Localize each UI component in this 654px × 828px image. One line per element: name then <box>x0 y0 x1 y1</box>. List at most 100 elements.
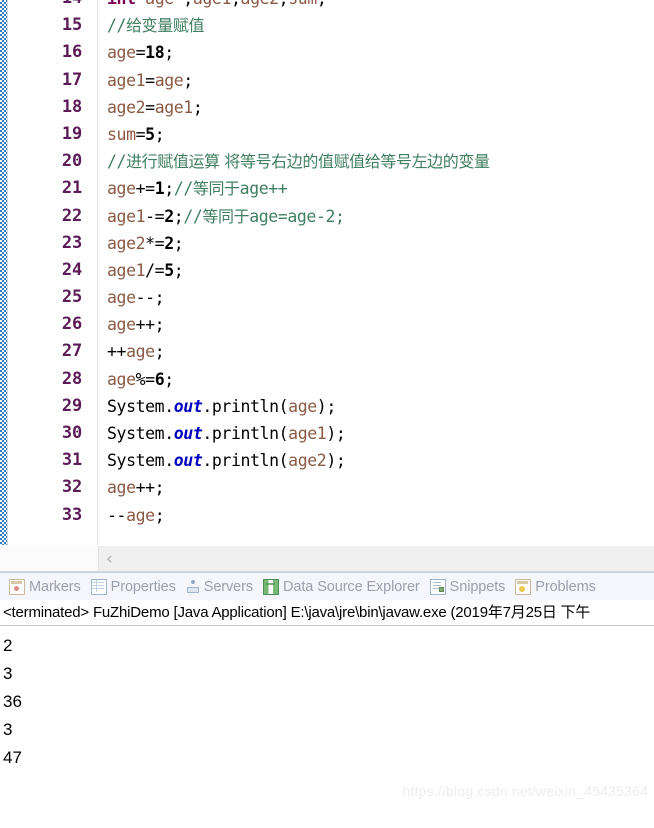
code-line[interactable]: 25 age--; <box>0 284 654 311</box>
code-line[interactable]: 20 //进行赋值运算 将等号右边的值赋值给等号左边的变量 <box>0 148 654 175</box>
code-token: age++ <box>239 179 288 199</box>
code-token: ; <box>164 179 174 199</box>
csdn-watermark: https://blog.csdn.net/weixin_45435364 <box>402 783 648 799</box>
code-line[interactable]: 19 sum=5; <box>0 121 654 148</box>
code-token: age1 <box>107 260 146 280</box>
code-token: age2 <box>288 451 327 471</box>
code-line-text: age--; <box>107 284 165 311</box>
code-token: ; <box>154 342 165 362</box>
console-output-line: 36 <box>3 692 22 711</box>
problems-icon <box>515 578 532 595</box>
line-number: 28 <box>61 368 82 389</box>
editor-horizontal-scrollbar[interactable]: ‹ <box>0 545 654 572</box>
code-token: age <box>154 70 184 90</box>
scroll-left-arrow-icon[interactable]: ‹ <box>106 549 113 569</box>
code-token: ; <box>164 43 174 63</box>
code-token: -= <box>145 206 165 226</box>
code-token: sum <box>107 124 136 144</box>
code-line[interactable]: 15 //给变量赋值 <box>0 12 654 39</box>
code-token: ); <box>326 451 346 471</box>
code-token: .println( <box>202 396 289 416</box>
tab-problems[interactable]: Problems <box>510 574 600 599</box>
code-line[interactable]: 32 age++; <box>0 474 654 501</box>
code-token: = <box>135 43 146 63</box>
line-number: 31 <box>61 450 82 471</box>
tab-snippets[interactable]: Snippets <box>425 574 511 599</box>
code-line-text: System.out.println(age); <box>107 393 336 420</box>
code-token: 等同于 <box>202 206 250 226</box>
code-token: ++; <box>135 478 165 498</box>
code-line[interactable]: 31 System.out.println(age2); <box>0 447 654 474</box>
code-line[interactable]: 18 age2=age1; <box>0 94 654 121</box>
code-token: 5 <box>164 260 174 280</box>
code-token: ; <box>173 260 184 280</box>
code-line[interactable]: 22 age1-=2;//等同于age=age-2; <box>0 203 654 230</box>
code-line[interactable]: 21 age+=1;//等同于age++ <box>0 175 654 202</box>
marker-icon <box>9 578 25 595</box>
code-line-text: age1/=5; <box>107 257 184 284</box>
code-token: = <box>135 124 146 144</box>
code-token: // <box>107 16 127 36</box>
code-token: = <box>145 70 155 90</box>
line-number: 33 <box>61 504 82 525</box>
code-lines-container[interactable]: 1314int age ,age1,age2,sum;15//给变量赋值16ag… <box>0 0 654 545</box>
code-token: age2 <box>107 97 146 117</box>
code-line[interactable]: 17 age1=age; <box>0 67 654 94</box>
tab-label: Data Source Explorer <box>283 578 420 595</box>
code-editor[interactable]: 1314int age ,age1,age2,sum;15//给变量赋值16ag… <box>0 0 654 545</box>
view-tab-bar[interactable]: Markers Properties Servers Data Source Expl… <box>0 572 654 600</box>
tab-properties[interactable]: Properties <box>86 574 181 599</box>
code-line[interactable]: 27 ++age; <box>0 338 654 365</box>
code-line[interactable]: 26 age++; <box>0 311 654 338</box>
line-number: 21 <box>61 178 82 199</box>
code-token: /= <box>145 260 165 280</box>
line-number: 15 <box>61 15 82 36</box>
code-token: -- <box>107 505 127 525</box>
tab-servers[interactable]: Servers <box>181 574 258 599</box>
line-number: 14 <box>0 0 82 12</box>
code-line-text: --age; <box>107 502 165 529</box>
line-number: 20 <box>61 151 82 172</box>
code-line[interactable]: 28 age%=6; <box>0 366 654 393</box>
code-line[interactable]: 23 age2*=2; <box>0 230 654 257</box>
code-token: %= <box>135 369 155 389</box>
code-token: age2 <box>107 233 146 253</box>
code-token: System <box>107 396 165 416</box>
code-token: .println( <box>202 424 289 443</box>
code-token: age2 <box>241 0 280 8</box>
code-token: 给变量赋值 <box>126 16 205 36</box>
code-token: ); <box>316 396 336 416</box>
code-token: out <box>173 424 203 443</box>
code-token: age1 <box>154 97 194 117</box>
code-token: ; <box>183 70 193 90</box>
code-line[interactable]: 24 age1/=5; <box>0 257 654 284</box>
code-token: age1 <box>193 0 232 8</box>
code-token: 5 <box>145 124 155 144</box>
code-line[interactable]: 29 System.out.println(age); <box>0 393 654 420</box>
code-line-text: age++; <box>107 474 165 501</box>
line-number: 30 <box>61 423 82 443</box>
code-token: ; <box>154 124 165 144</box>
code-line-text: age%=6; <box>107 366 174 393</box>
code-token: 2 <box>164 206 174 226</box>
code-token: int <box>107 0 136 8</box>
code-line-text: age+=1;//等同于age++ <box>107 175 288 202</box>
tab-label: Markers <box>29 578 81 595</box>
console-output-line: 47 <box>3 748 22 767</box>
code-line[interactable]: 14int age ,age1,age2,sum; <box>0 0 654 12</box>
code-token: ; <box>192 97 203 117</box>
code-line[interactable]: 33 --age; <box>0 502 654 529</box>
code-line[interactable]: 16 age=18; <box>0 39 654 66</box>
tab-data-source-explorer[interactable]: Data Source Explorer <box>258 574 425 599</box>
tab-label: Properties <box>110 578 176 595</box>
line-number: 16 <box>61 42 82 63</box>
code-token: ++; <box>135 315 165 335</box>
code-line[interactable]: 30 System.out.println(age1); <box>0 420 654 447</box>
code-token: 18 <box>145 43 165 63</box>
code-token: age=age-2; <box>249 206 345 226</box>
line-number: 32 <box>61 477 82 498</box>
code-token: System <box>107 451 165 471</box>
code-token: // <box>107 152 127 172</box>
tab-markers[interactable]: Markers <box>4 574 86 599</box>
